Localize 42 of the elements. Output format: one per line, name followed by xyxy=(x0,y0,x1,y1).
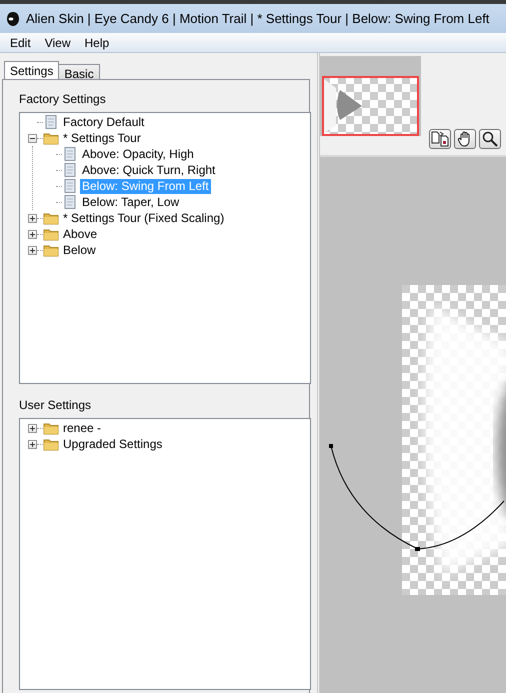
search-icon xyxy=(482,131,498,147)
folder-icon xyxy=(43,131,59,145)
menu-item[interactable]: View xyxy=(38,36,78,50)
tree-item[interactable]: Factory Default xyxy=(61,114,146,130)
tree-item[interactable]: renee - xyxy=(61,420,104,436)
document-icon xyxy=(62,179,78,193)
zoom-button[interactable] xyxy=(479,129,501,149)
tree-item[interactable]: Below: Taper, Low xyxy=(80,194,182,210)
tree-item[interactable]: Above xyxy=(61,226,100,242)
folder-icon xyxy=(43,421,59,435)
swap-pages-icon xyxy=(431,131,449,147)
app-logo-icon xyxy=(6,10,20,26)
menu-item[interactable]: Edit xyxy=(3,36,38,50)
expand-icon[interactable] xyxy=(28,246,37,254)
expand-icon[interactable] xyxy=(28,424,37,432)
folder-icon xyxy=(43,243,59,257)
tree-item[interactable]: * Settings Tour (Fixed Scaling) xyxy=(61,210,226,226)
tab[interactable]: Basic xyxy=(58,64,100,79)
tree-item[interactable]: Below xyxy=(61,242,98,258)
document-icon xyxy=(62,195,78,209)
expand-icon[interactable] xyxy=(28,214,37,222)
menu-item[interactable]: Help xyxy=(77,36,116,50)
swap-pages-button[interactable] xyxy=(429,129,451,149)
document-icon xyxy=(43,115,59,129)
folder-icon xyxy=(43,211,59,225)
tree-item[interactable]: * Settings Tour xyxy=(61,130,143,146)
document-icon xyxy=(62,163,78,177)
tree-item[interactable]: Above: Quick Turn, Right xyxy=(80,162,218,178)
section-label: Factory Settings xyxy=(19,92,107,106)
tree-item[interactable]: Upgraded Settings xyxy=(61,436,164,452)
pan-button[interactable] xyxy=(454,129,476,149)
collapse-icon[interactable] xyxy=(28,134,37,142)
tab[interactable]: Settings xyxy=(4,61,60,79)
folder-icon xyxy=(43,227,59,241)
expand-icon[interactable] xyxy=(28,230,37,238)
document-icon xyxy=(62,147,78,161)
window-title: Alien Skin | Eye Candy 6 | Motion Trail | * Settings Tour | Below: Swing From Left xyxy=(26,11,490,26)
tree-item[interactable]: Above: Opacity, High xyxy=(80,146,196,162)
expand-icon[interactable] xyxy=(28,440,37,448)
folder-icon xyxy=(43,437,59,451)
thumbnail-preview[interactable] xyxy=(322,76,419,136)
section-label: User Settings xyxy=(19,398,92,412)
